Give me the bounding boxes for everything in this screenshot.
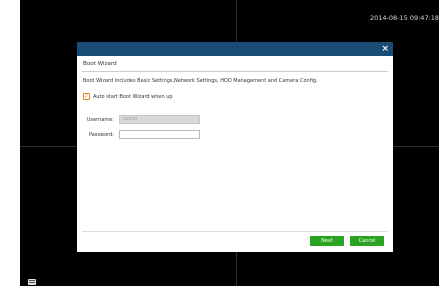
boot-wizard-dialog: × Boot Wizard Boot Wizard Includes Basic… (77, 42, 393, 252)
datetime-display: 2014-08-15 09:47:18 Fri (370, 14, 439, 22)
dialog-description: Boot Wizard Includes Basic Settings,Netw… (83, 78, 318, 84)
dialog-titlebar: × (77, 42, 393, 56)
footer-divider (82, 231, 388, 232)
left-edge-panel (0, 0, 20, 286)
auto-start-label: Auto start Boot Wizard when up (93, 93, 173, 100)
auto-start-row[interactable]: ✓ Auto start Boot Wizard when up (83, 92, 173, 101)
next-button[interactable]: Next (310, 236, 344, 246)
check-icon: ✓ (83, 93, 90, 100)
username-label: Username: (86, 116, 114, 123)
username-field[interactable] (119, 115, 200, 124)
password-label: Password: (88, 131, 114, 138)
close-icon[interactable]: × (381, 43, 389, 55)
menu-icon[interactable] (28, 279, 36, 285)
cancel-button[interactable]: Cancel (350, 236, 384, 246)
auto-start-checkbox[interactable]: ✓ (83, 93, 90, 100)
title-divider (82, 71, 388, 72)
password-field[interactable] (119, 130, 200, 139)
dialog-title: Boot Wizard (83, 61, 117, 67)
username-row: Username: (81, 115, 200, 124)
password-row: Password: (81, 130, 200, 139)
